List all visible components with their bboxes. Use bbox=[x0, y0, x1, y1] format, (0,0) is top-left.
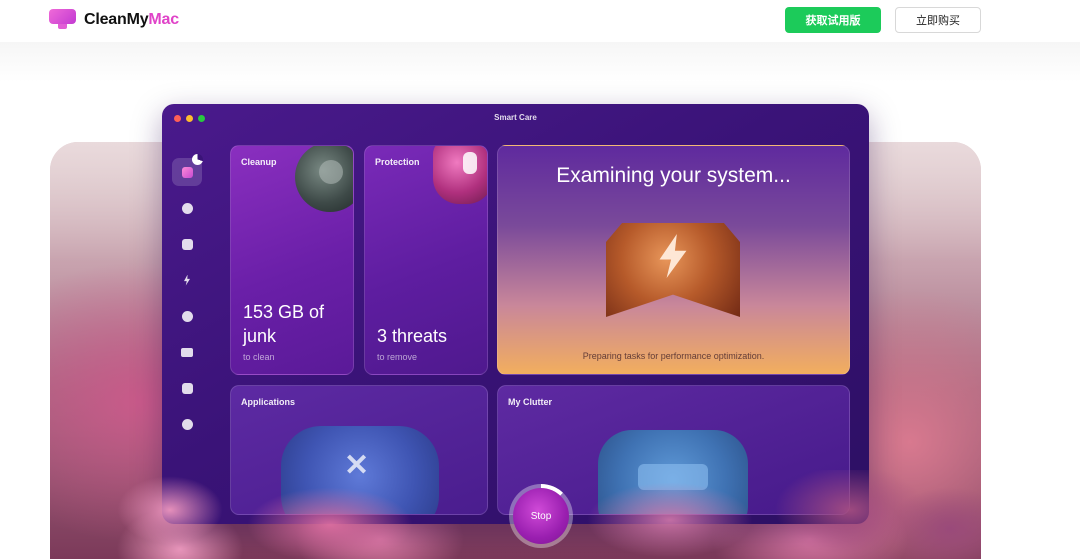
protection-card[interactable]: Protection 3 threats to remove bbox=[364, 145, 488, 375]
protection-sub: to remove bbox=[377, 352, 418, 362]
cleanup-value: 153 GB of junk bbox=[243, 302, 325, 346]
brand-logo[interactable]: CleanMyMac bbox=[49, 9, 179, 30]
card-label: Protection bbox=[375, 157, 420, 167]
protection-shield-icon bbox=[433, 146, 487, 204]
brand-name: CleanMyMac bbox=[84, 10, 179, 28]
sidebar-item-cloud-cleanup[interactable] bbox=[172, 410, 202, 438]
applications-icon bbox=[181, 310, 193, 322]
sidebar-item-space-lens[interactable] bbox=[172, 374, 202, 402]
smart-care-icon bbox=[181, 166, 193, 178]
protection-icon bbox=[181, 238, 193, 250]
sidebar-item-applications[interactable] bbox=[172, 302, 202, 330]
my-clutter-icon bbox=[181, 347, 193, 357]
card-label: Cleanup bbox=[241, 157, 277, 167]
cleanmymac-logo-icon bbox=[49, 9, 76, 30]
cleanup-sub: to clean bbox=[243, 352, 275, 362]
cleanup-card[interactable]: Cleanup 153 GB of junk to clean bbox=[230, 145, 354, 375]
scan-title: Examining your system... bbox=[556, 164, 791, 187]
sidebar-item-protection[interactable] bbox=[172, 230, 202, 258]
protection-value: 3 threats bbox=[377, 326, 448, 346]
sidebar-item-cleanup[interactable] bbox=[172, 194, 202, 222]
cloud-cleanup-icon bbox=[181, 418, 193, 430]
header-divider-band bbox=[0, 42, 1080, 82]
app-window: Smart Care Cleanup 153 GB of junk to cle… bbox=[162, 104, 869, 524]
sidebar-item-my-clutter[interactable] bbox=[172, 338, 202, 366]
buy-now-button[interactable]: 立即购买 bbox=[895, 7, 981, 33]
top-nav-bar: CleanMyMac 获取试用版 立即购买 bbox=[0, 0, 1080, 42]
sidebar-item-performance[interactable] bbox=[172, 266, 202, 294]
performance-boost-icon bbox=[606, 214, 740, 326]
cleanup-icon bbox=[181, 202, 193, 214]
performance-card: Examining your system... Preparing tasks… bbox=[497, 145, 850, 375]
window-titlebar: Smart Care bbox=[162, 104, 869, 132]
space-lens-icon bbox=[181, 382, 193, 394]
card-label: Applications bbox=[241, 397, 296, 407]
scan-progress-pie-icon bbox=[192, 154, 203, 165]
stop-button[interactable]: Stop bbox=[513, 488, 569, 544]
hand-icon bbox=[463, 152, 477, 174]
card-label: My Clutter bbox=[508, 397, 553, 407]
sidebar bbox=[172, 156, 202, 456]
get-trial-button[interactable]: 获取试用版 bbox=[785, 7, 881, 33]
window-title: Smart Care bbox=[494, 113, 537, 122]
performance-icon bbox=[184, 274, 190, 286]
scan-status: Preparing tasks for performance optimiza… bbox=[582, 351, 765, 361]
